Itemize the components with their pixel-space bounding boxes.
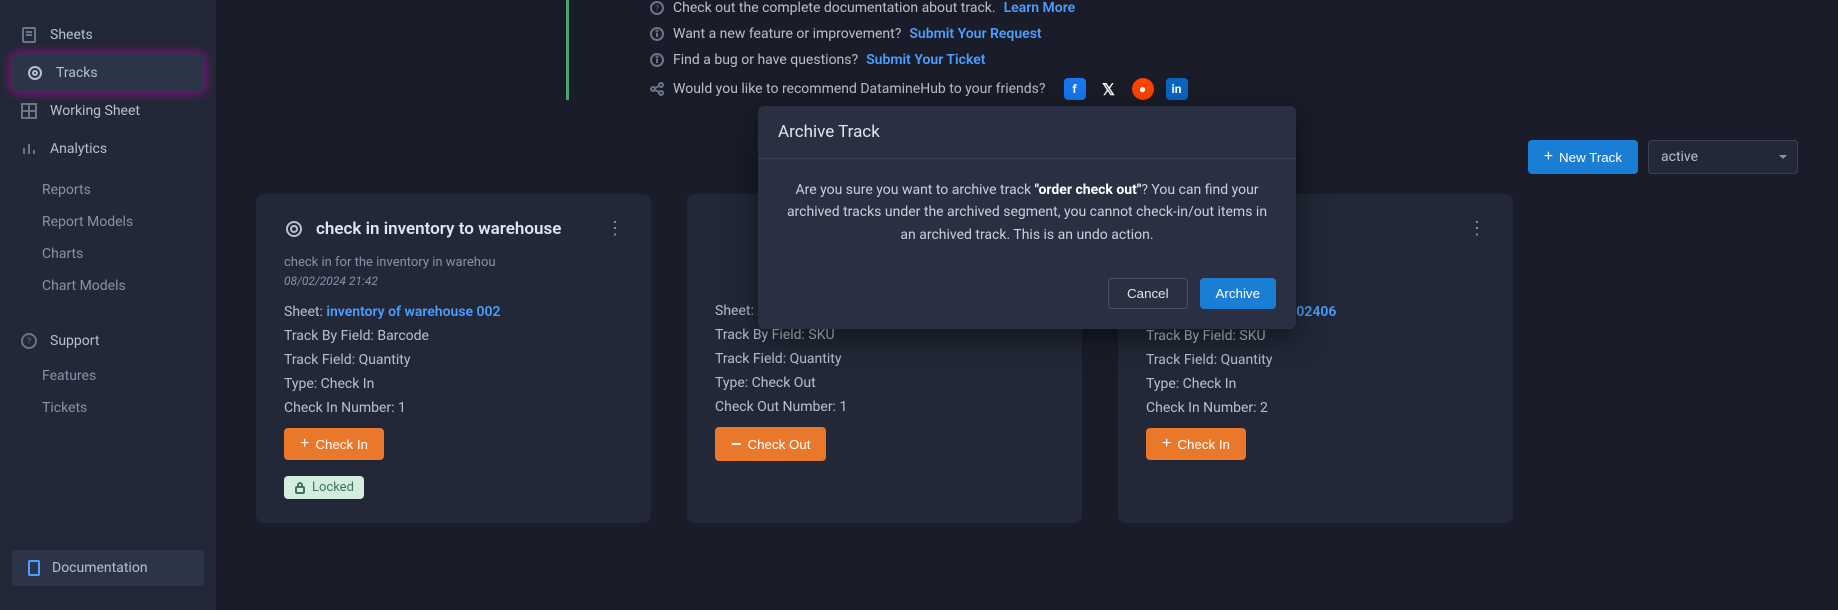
svg-text:?: ? — [655, 4, 659, 13]
submit-request-link[interactable]: Submit Your Request — [909, 26, 1041, 42]
bar-chart-icon — [20, 140, 38, 158]
locked-badge: Locked — [284, 476, 364, 499]
nav-label: Sheets — [50, 27, 93, 43]
nav-label: Analytics — [50, 141, 107, 157]
sidebar-item-sheets[interactable]: Sheets — [0, 16, 216, 54]
lock-icon — [294, 482, 306, 494]
sidebar: Sheets Tracks Working Sheet Analytics Re… — [0, 0, 216, 610]
documentation-button[interactable]: Documentation — [12, 550, 204, 586]
modal-title: Archive Track — [758, 106, 1296, 159]
sidebar-item-analytics[interactable]: Analytics — [0, 130, 216, 168]
help-icon: ? — [20, 332, 38, 350]
filter-select[interactable]: active — [1648, 140, 1798, 174]
new-track-button[interactable]: + New Track — [1528, 140, 1638, 174]
reddit-icon[interactable]: ● — [1132, 78, 1154, 100]
sidebar-item-working-sheet[interactable]: Working Sheet — [0, 92, 216, 130]
check-in-button[interactable]: + Check In — [284, 428, 384, 460]
target-icon — [26, 64, 44, 82]
check-out-button[interactable]: − Check Out — [715, 427, 826, 461]
plus-icon: + — [1162, 436, 1171, 452]
info-bug: Find a bug or have questions? Submit You… — [649, 52, 1798, 68]
main-content: ? Check out the complete documentation a… — [216, 0, 1838, 610]
sidebar-item-support[interactable]: ? Support — [0, 322, 216, 360]
plus-icon: + — [300, 436, 309, 452]
info-docs: ? Check out the complete documentation a… — [649, 0, 1798, 16]
target-icon — [284, 219, 304, 239]
sidebar-sub-tickets[interactable]: Tickets — [0, 392, 216, 424]
grid-icon — [20, 102, 38, 120]
nav-label: Tracks — [56, 65, 98, 81]
sidebar-sub-chart-models[interactable]: Chart Models — [0, 270, 216, 302]
linkedin-icon[interactable]: in — [1166, 78, 1188, 100]
facebook-icon[interactable]: f — [1064, 78, 1086, 100]
check-in-button[interactable]: + Check In — [1146, 428, 1246, 460]
svg-text:?: ? — [27, 337, 31, 347]
document-icon — [26, 560, 42, 576]
modal-body: Are you sure you want to archive track "… — [758, 159, 1296, 266]
info-icon — [649, 52, 665, 68]
plus-icon: + — [1544, 149, 1553, 165]
cancel-button[interactable]: Cancel — [1108, 278, 1188, 309]
sidebar-sub-charts[interactable]: Charts — [0, 238, 216, 270]
sidebar-item-tracks[interactable]: Tracks — [12, 54, 204, 92]
info-icon — [649, 26, 665, 42]
archive-button[interactable]: Archive — [1200, 278, 1276, 309]
minus-icon: − — [731, 435, 742, 453]
submit-ticket-link[interactable]: Submit Your Ticket — [866, 52, 985, 68]
card-menu-button[interactable]: ⋮ — [606, 218, 623, 239]
sidebar-sub-report-models[interactable]: Report Models — [0, 206, 216, 238]
help-icon: ? — [649, 0, 665, 16]
info-bar: ? Check out the complete documentation a… — [566, 0, 1798, 100]
nav-label: Working Sheet — [50, 103, 140, 119]
file-icon — [20, 26, 38, 44]
sidebar-sub-features[interactable]: Features — [0, 360, 216, 392]
track-card: check in inventory to warehouse ⋮ check … — [256, 194, 651, 523]
sidebar-sub-reports[interactable]: Reports — [0, 174, 216, 206]
card-menu-button[interactable]: ⋮ — [1468, 218, 1485, 239]
x-icon[interactable]: 𝕏 — [1098, 78, 1120, 100]
share-icon — [649, 81, 665, 97]
info-feature: Want a new feature or improvement? Submi… — [649, 26, 1798, 42]
info-share: Would you like to recommend DatamineHub … — [649, 78, 1798, 100]
sheet-link[interactable]: inventory of warehouse 002 — [326, 304, 500, 320]
doc-label: Documentation — [52, 560, 148, 576]
learn-more-link[interactable]: Learn More — [1004, 0, 1076, 16]
archive-modal: Archive Track Are you sure you want to a… — [758, 106, 1296, 329]
nav-label: Support — [50, 333, 99, 349]
